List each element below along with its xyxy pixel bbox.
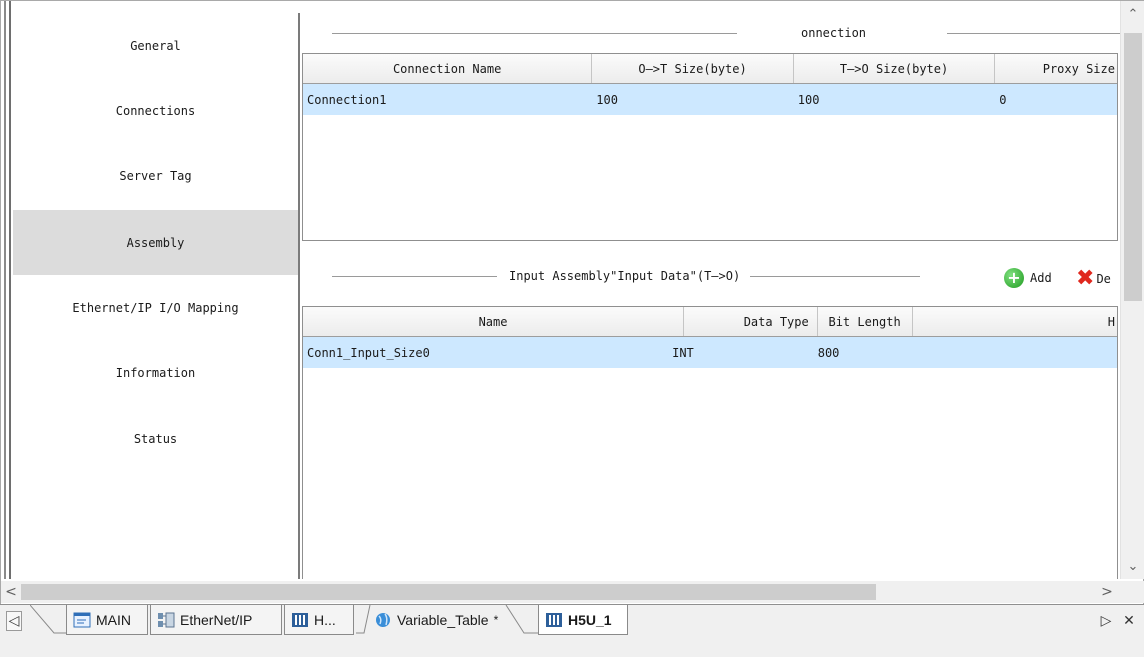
tab-label: EtherNet/IP [180, 611, 253, 628]
network-icon [157, 612, 175, 628]
globe-icon [374, 612, 392, 628]
connection-table: Connection Name O—>T Size(byte) T—>O Siz… [302, 53, 1118, 241]
table-header: Name Data Type Bit Length H [303, 307, 1117, 337]
column-header[interactable]: T—>O Size(byte) [794, 54, 996, 83]
column-header[interactable]: O—>T Size(byte) [592, 54, 794, 83]
tab-h5u-1[interactable]: H5U_1 [538, 605, 628, 635]
table-cell: Connection1 [307, 92, 387, 107]
tab-ethernet-ip[interactable]: EtherNet/IP [150, 605, 282, 635]
program-icon [73, 612, 91, 628]
tab-main[interactable]: MAIN [66, 605, 148, 635]
sidebar-item-connections[interactable]: Connections [13, 78, 298, 143]
table-cell: INT [672, 345, 694, 360]
table-cell: 100 [596, 92, 618, 107]
tab-label: MAIN [96, 611, 131, 628]
delete-button[interactable]: ✖ De [1076, 268, 1111, 290]
sidebar-item-ethernet-ip-io-mapping[interactable]: Ethernet/IP I/O Mapping [13, 275, 298, 340]
settings-sidebar: General Connections Server Tag Assembly … [13, 13, 300, 579]
tab-edge [30, 605, 70, 634]
table-cell: Conn1_Input_Size0 [307, 345, 430, 360]
scroll-up-icon[interactable]: ⌃ [1121, 5, 1144, 23]
scroll-right-icon[interactable]: > [1097, 581, 1117, 603]
add-label: Add [1030, 271, 1052, 285]
horizontal-scrollbar[interactable]: < > [1, 581, 1144, 603]
table-row[interactable]: Connection1 100 100 0 [303, 84, 1117, 115]
table-cell [913, 337, 1118, 368]
sidebar-item-label: Server Tag [119, 168, 192, 183]
delete-label: De [1096, 272, 1111, 286]
divider [332, 275, 497, 277]
column-header[interactable]: Bit Length [818, 307, 913, 336]
sidebar-item-label: Ethernet/IP I/O Mapping [72, 300, 239, 315]
column-header[interactable]: Proxy Size [995, 54, 1117, 83]
scroll-down-icon[interactable]: ⌄ [1121, 557, 1144, 575]
assembly-group-title: Input Assembly"Input Data"(T—>O) [509, 269, 741, 283]
document-tab-bar: ◁ MAIN EtherNet/IP H... Variable_Table * [0, 604, 1144, 657]
divider [332, 32, 737, 34]
module-icon [545, 612, 563, 628]
sidebar-item-information[interactable]: Information [13, 340, 298, 405]
tab-scroll-left-icon[interactable]: ◁ [6, 611, 22, 631]
sidebar-item-label: Assembly [126, 235, 185, 250]
table-header: Connection Name O—>T Size(byte) T—>O Siz… [303, 54, 1117, 84]
tab-label: H... [314, 611, 336, 628]
sidebar-item-label: General [130, 38, 181, 53]
table-cell: 0 [999, 92, 1007, 107]
tab-variable-table[interactable]: Variable_Table * [368, 605, 518, 635]
table-cell: 800 [817, 345, 840, 360]
module-icon [291, 612, 309, 628]
sidebar-item-general[interactable]: General [13, 13, 298, 78]
column-header[interactable]: Connection Name [303, 54, 593, 83]
modified-marker: * [493, 613, 499, 627]
scroll-left-icon[interactable]: < [1, 581, 21, 603]
connection-group-title: onnection [801, 26, 867, 40]
column-header[interactable]: H [913, 307, 1118, 336]
divider [750, 275, 921, 277]
divider [947, 32, 1122, 34]
sidebar-item-server-tag[interactable]: Server Tag [13, 143, 298, 208]
column-header[interactable]: Data Type [684, 307, 818, 336]
close-icon[interactable]: ✕ [1120, 611, 1138, 631]
tab-label: Variable_Table [397, 612, 489, 628]
assembly-panel: onnection Connection Name O—>T Size(byte… [302, 13, 1122, 579]
column-header[interactable]: Name [303, 307, 685, 336]
connection-group-header: onnection [332, 23, 1122, 43]
tab-label: H5U_1 [568, 611, 612, 628]
add-button[interactable]: + Add [1004, 268, 1052, 288]
horizontal-scroll-thumb[interactable] [21, 584, 876, 600]
add-icon: + [1004, 268, 1024, 288]
sidebar-item-label: Status [133, 431, 178, 446]
table-cell: 100 [797, 92, 820, 107]
assembly-group-header: Input Assembly"Input Data"(T—>O) [332, 266, 972, 286]
sidebar-item-status[interactable]: Status [13, 406, 298, 471]
left-rail [1, 1, 11, 579]
assembly-table: Name Data Type Bit Length H Conn1_Input_… [302, 306, 1118, 579]
sidebar-item-assembly[interactable]: Assembly [13, 210, 298, 275]
sidebar-item-label: Connections [115, 103, 196, 118]
editor-frame: General Connections Server Tag Assembly … [0, 0, 1144, 605]
vertical-scrollbar[interactable]: ⌃ ⌄ [1120, 1, 1144, 579]
sidebar-item-label: Information [115, 365, 196, 380]
table-row[interactable]: Conn1_Input_Size0 INT 800 [303, 337, 1117, 368]
vertical-scroll-thumb[interactable] [1124, 33, 1142, 301]
tab-h[interactable]: H... [284, 605, 354, 635]
delete-icon: ✖ [1076, 266, 1095, 291]
tab-scroll-right-icon[interactable]: ▷ [1098, 611, 1114, 631]
